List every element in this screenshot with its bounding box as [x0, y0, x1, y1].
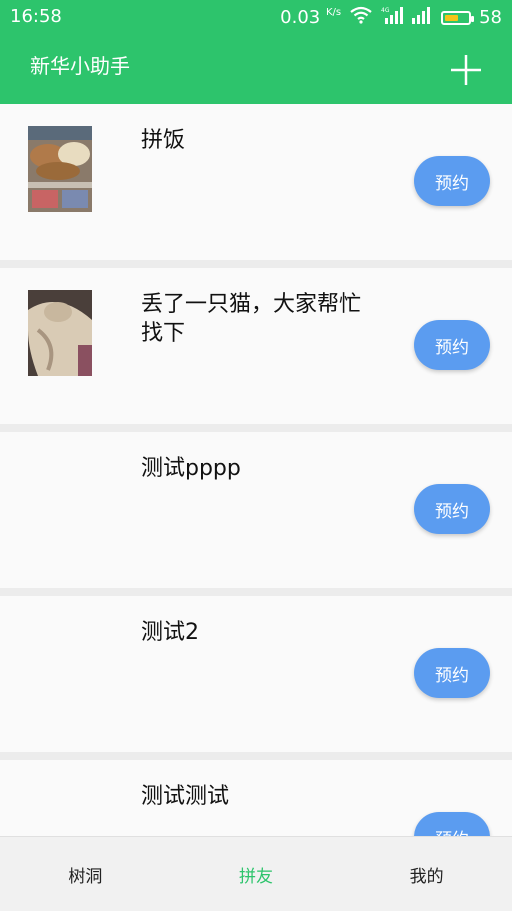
post-card[interactable]: 测试2 预约 [0, 596, 512, 752]
svg-text:4G: 4G [381, 7, 390, 14]
app-title: 新华小助手 [30, 54, 130, 78]
tab-pinyou[interactable]: 拼友 [171, 837, 342, 911]
signal-4g-icon: 4G [381, 6, 404, 29]
post-thumbnail-food[interactable] [28, 126, 92, 212]
post-title: 测试2 [141, 620, 199, 645]
signal-icon [411, 6, 433, 29]
battery-fill [445, 14, 458, 21]
bottom-tab-bar: 树洞 拼友 我的 [0, 836, 512, 911]
network-speed-value: 0.03 [280, 7, 321, 28]
post-title: 拼饭 [141, 128, 186, 153]
post-thumbnail-cat[interactable] [28, 290, 92, 376]
tab-wode[interactable]: 我的 [341, 837, 512, 911]
network-speed: 0.03 K/s [280, 7, 341, 28]
post-card[interactable]: 测试pppp 预约 [0, 432, 512, 588]
plus-icon [451, 55, 481, 85]
status-time: 16:58 [10, 6, 62, 27]
app-bar: 新华小助手 [0, 34, 512, 104]
post-title: 丢了一只猫，大家帮忙找下 [141, 292, 362, 346]
reserve-button[interactable]: 预约 [414, 812, 490, 836]
reserve-button[interactable]: 预约 [414, 484, 490, 534]
reserve-button[interactable]: 预约 [414, 648, 490, 698]
status-bar: 16:58 0.03 K/s 4G 58 [0, 0, 512, 34]
wifi-icon [349, 6, 373, 29]
network-speed-unit: K/s [325, 7, 342, 18]
reserve-button[interactable]: 预约 [414, 320, 490, 370]
status-indicators: 0.03 K/s 4G 58 [280, 6, 502, 29]
reserve-button[interactable]: 预约 [414, 156, 490, 206]
post-list[interactable]: 拼饭 预约 丢了一只猫，大家帮忙找下 预约 测试pppp 预约 测试2 预约 测… [0, 104, 512, 836]
post-card[interactable]: 丢了一只猫，大家帮忙找下 预约 [0, 268, 512, 424]
add-button[interactable] [448, 52, 484, 88]
post-title: 测试pppp [141, 456, 241, 481]
post-card[interactable]: 测试测试 预约 [0, 760, 512, 836]
tab-shudong[interactable]: 树洞 [0, 837, 171, 911]
post-card[interactable]: 拼饭 预约 [0, 104, 512, 260]
battery-icon [441, 10, 475, 25]
post-title: 测试测试 [141, 784, 230, 809]
battery-percent: 58 [479, 7, 502, 28]
